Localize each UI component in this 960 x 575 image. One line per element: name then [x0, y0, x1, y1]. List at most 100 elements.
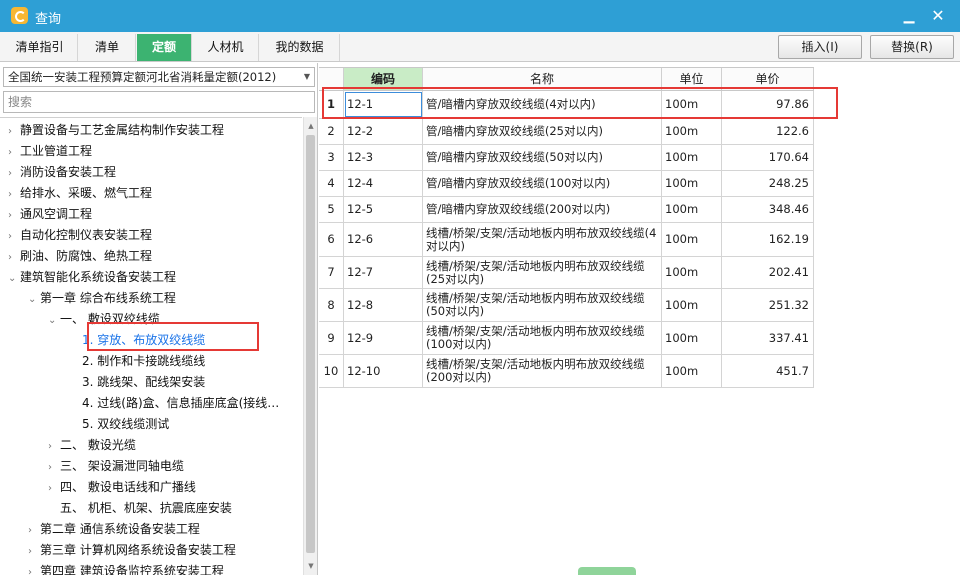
tab-list-guide[interactable]: 清单指引 — [2, 34, 78, 61]
name-cell[interactable]: 线槽/桥架/支架/活动地板内明布放双绞线缆(4对以内) — [423, 223, 662, 256]
code-cell[interactable]: 12-9 — [344, 322, 423, 354]
table-row[interactable]: 10 12-10 线槽/桥架/支架/活动地板内明布放双绞线缆(200对以内) 100m… — [319, 355, 814, 388]
name-cell[interactable]: 线槽/桥架/支架/活动地板内明布放双绞线缆(200对以内) — [423, 355, 662, 387]
unit-cell[interactable]: 100m — [662, 289, 722, 321]
code-cell[interactable]: 12-3 — [344, 145, 423, 170]
code-cell[interactable]: 12-8 — [344, 289, 423, 321]
unit-cell[interactable]: 100m — [662, 223, 722, 256]
tree-node[interactable]: › 第二章 通信系统设备安装工程 — [28, 519, 200, 540]
tree-node[interactable]: ⌄ 建筑智能化系统设备安装工程 — [8, 267, 176, 288]
table-row[interactable]: 6 12-6 线槽/桥架/支架/活动地板内明布放双绞线缆(4对以内) 100m 162.… — [319, 223, 814, 257]
price-cell[interactable]: 122.6 — [722, 119, 814, 144]
search-input[interactable] — [3, 91, 315, 113]
code-cell[interactable]: 12-5 — [344, 197, 423, 222]
tree-node[interactable]: › 三、 架设漏泄同轴电缆 — [48, 456, 184, 477]
row-number[interactable]: 7 — [319, 257, 344, 288]
price-cell[interactable]: 97.86 — [722, 91, 814, 118]
chevron-down-icon[interactable]: ⌄ — [8, 268, 20, 289]
tree-node[interactable]: › 静置设备与工艺金属结构制作安装工程 — [8, 120, 224, 141]
tree-node[interactable]: › 刷油、防腐蚀、绝热工程 — [8, 246, 152, 267]
unit-cell[interactable]: 100m — [662, 355, 722, 387]
unit-cell[interactable]: 100m — [662, 322, 722, 354]
chevron-right-icon[interactable]: › — [28, 520, 40, 541]
price-cell[interactable]: 202.41 — [722, 257, 814, 288]
table-row[interactable]: 7 12-7 线槽/桥架/支架/活动地板内明布放双绞线缆(25对以内) 100m 202… — [319, 257, 814, 289]
row-number[interactable]: 3 — [319, 145, 344, 170]
tab-my-data[interactable]: 我的数据 — [260, 34, 340, 61]
name-cell[interactable]: 管/暗槽内穿放双绞线缆(200对以内) — [423, 197, 662, 222]
table-row[interactable]: 4 12-4 管/暗槽内穿放双绞线缆(100对以内) 100m 248.25 — [319, 171, 814, 197]
code-cell[interactable]: 12-2 — [344, 119, 423, 144]
price-cell[interactable]: 162.19 — [722, 223, 814, 256]
row-number[interactable]: 1 — [319, 91, 344, 118]
panel-splitter-handle[interactable] — [578, 567, 636, 575]
table-row[interactable]: 1 12-1 管/暗槽内穿放双绞线缆(4对以内) 100m 97.86 — [319, 91, 814, 119]
chevron-right-icon[interactable]: › — [48, 436, 60, 457]
tree-node[interactable]: 3. 跳线架、配线架安装 — [70, 372, 205, 393]
row-number[interactable]: 6 — [319, 223, 344, 256]
tree-node[interactable]: ⌄ 第一章 综合布线系统工程 — [28, 288, 176, 309]
chevron-right-icon[interactable]: › — [8, 184, 20, 205]
code-cell[interactable]: 12-7 — [344, 257, 423, 288]
tree-node[interactable]: 2. 制作和卡接跳线缆线 — [70, 351, 205, 372]
table-row[interactable]: 9 12-9 线槽/桥架/支架/活动地板内明布放双绞线缆(100对以内) 100m 33… — [319, 322, 814, 355]
close-icon[interactable]: ✕ — [928, 6, 948, 26]
header-price[interactable]: 单价 — [722, 68, 814, 90]
row-number[interactable]: 8 — [319, 289, 344, 321]
code-cell[interactable]: 12-10 — [344, 355, 423, 387]
tree-node[interactable]: 4. 过线(路)盒、信息插座底盒(接线… — [70, 393, 279, 414]
code-cell[interactable]: 12-1 — [344, 91, 423, 118]
table-row[interactable]: 5 12-5 管/暗槽内穿放双绞线缆(200对以内) 100m 348.46 — [319, 197, 814, 223]
tab-quota[interactable]: 定额 — [137, 34, 192, 61]
price-cell[interactable]: 170.64 — [722, 145, 814, 170]
row-number[interactable]: 9 — [319, 322, 344, 354]
unit-cell[interactable]: 100m — [662, 257, 722, 288]
minimize-icon[interactable]: ▁ — [899, 6, 919, 26]
table-row[interactable]: 2 12-2 管/暗槽内穿放双绞线缆(25对以内) 100m 122.6 — [319, 119, 814, 145]
price-cell[interactable]: 248.25 — [722, 171, 814, 196]
tree-scrollbar[interactable]: ▲ ▼ — [303, 117, 317, 575]
price-cell[interactable]: 251.32 — [722, 289, 814, 321]
scroll-down-icon[interactable]: ▼ — [304, 559, 318, 573]
chevron-right-icon[interactable]: › — [8, 226, 20, 247]
tree-node[interactable]: › 第三章 计算机网络系统设备安装工程 — [28, 540, 236, 561]
chevron-right-icon[interactable]: › — [8, 163, 20, 184]
table-row[interactable]: 3 12-3 管/暗槽内穿放双绞线缆(50对以内) 100m 170.64 — [319, 145, 814, 171]
insert-button[interactable]: 插入(I) — [778, 35, 862, 59]
name-cell[interactable]: 管/暗槽内穿放双绞线缆(25对以内) — [423, 119, 662, 144]
unit-cell[interactable]: 100m — [662, 119, 722, 144]
replace-button[interactable]: 替换(R) — [870, 35, 954, 59]
name-cell[interactable]: 管/暗槽内穿放双绞线缆(50对以内) — [423, 145, 662, 170]
chevron-right-icon[interactable]: › — [28, 562, 40, 575]
tab-labor-material-machine[interactable]: 人材机 — [193, 34, 259, 61]
name-cell[interactable]: 线槽/桥架/支架/活动地板内明布放双绞线缆(25对以内) — [423, 257, 662, 288]
price-cell[interactable]: 337.41 — [722, 322, 814, 354]
quota-book-select[interactable]: 全国统一安装工程预算定额河北省消耗量定额(2012) ▼ — [3, 67, 315, 87]
name-cell[interactable]: 线槽/桥架/支架/活动地板内明布放双绞线缆(50对以内) — [423, 289, 662, 321]
tree-node[interactable]: › 给排水、采暖、燃气工程 — [8, 183, 152, 204]
tree-node[interactable]: ⌄ 一、 敷设双绞线缆 — [48, 309, 160, 330]
chevron-down-icon[interactable]: ⌄ — [28, 289, 40, 310]
row-number[interactable]: 5 — [319, 197, 344, 222]
tree-node[interactable]: › 通风空调工程 — [8, 204, 92, 225]
chevron-right-icon[interactable]: › — [8, 205, 20, 226]
price-cell[interactable]: 451.7 — [722, 355, 814, 387]
tree-node[interactable]: 五、 机柜、机架、抗震底座安装 — [48, 498, 232, 519]
tab-list[interactable]: 清单 — [79, 34, 136, 61]
row-number[interactable]: 10 — [319, 355, 344, 387]
unit-cell[interactable]: 100m — [662, 197, 722, 222]
tree-node[interactable]: › 第四章 建筑设备监控系统安装工程 — [28, 561, 224, 575]
scrollbar-thumb[interactable] — [306, 135, 315, 553]
code-cell[interactable]: 12-6 — [344, 223, 423, 256]
tree-node[interactable]: › 消防设备安装工程 — [8, 162, 116, 183]
tree-node[interactable]: › 四、 敷设电话线和广播线 — [48, 477, 196, 498]
row-number[interactable]: 2 — [319, 119, 344, 144]
unit-cell[interactable]: 100m — [662, 145, 722, 170]
chevron-right-icon[interactable]: › — [48, 457, 60, 478]
tree-node[interactable]: › 自动化控制仪表安装工程 — [8, 225, 152, 246]
chevron-right-icon[interactable]: › — [48, 478, 60, 499]
scroll-up-icon[interactable]: ▲ — [304, 119, 318, 133]
unit-cell[interactable]: 100m — [662, 171, 722, 196]
chevron-right-icon[interactable]: › — [8, 247, 20, 268]
header-name[interactable]: 名称 — [423, 68, 662, 90]
